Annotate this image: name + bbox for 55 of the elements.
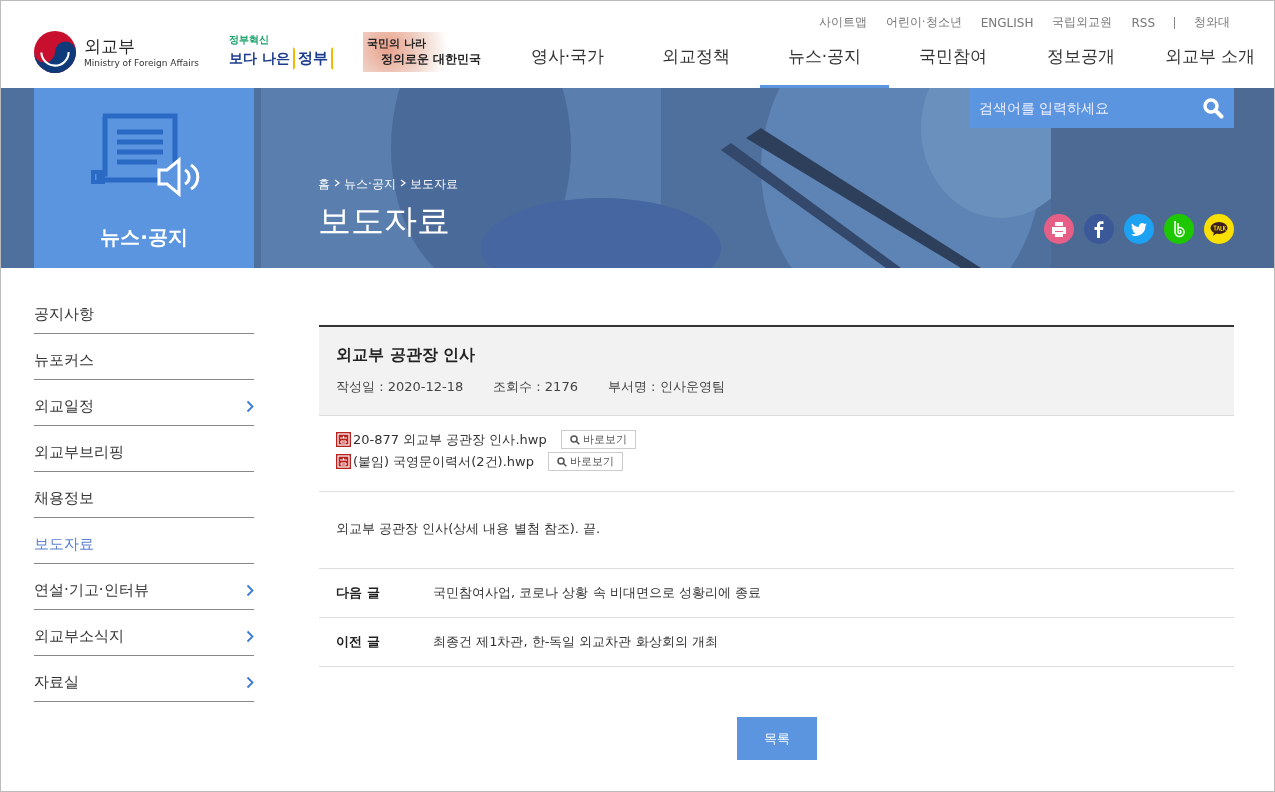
nav-tab[interactable]: 국민참여 — [888, 35, 1018, 88]
article-meta: 조회수 : 2176 — [493, 378, 578, 396]
article-body: 외교부 공관장 인사(상세 내용 별첨 참조). 끝. — [319, 492, 1234, 569]
breadcrumb-link[interactable]: 홈 — [318, 176, 330, 193]
nav-tab[interactable]: 외교부 소개 — [1145, 35, 1274, 88]
preview-button[interactable]: 바로보기 — [560, 430, 636, 449]
attachment-link[interactable]: 20-877 외교부 공관장 인사.hwp — [336, 430, 547, 449]
post-link[interactable]: 국민참여사업, 코로나 상황 속 비대면으로 성황리에 종료 — [433, 584, 761, 602]
nav-tab[interactable]: 외교정책 — [631, 35, 761, 88]
article-meta: 작성일 : 2020-12-18 — [336, 378, 464, 396]
preview-button[interactable]: 바로보기 — [547, 452, 623, 471]
article-meta: 부서명 : 인사운영팀 — [607, 378, 725, 396]
utility-link[interactable]: ENGLISH — [980, 15, 1034, 30]
logo-caption: 정부혁신 — [229, 33, 271, 47]
logo-title: 외교부 — [84, 35, 136, 58]
sidebar-item[interactable]: 자료실 — [34, 656, 254, 702]
page-title: 보도자료 — [318, 200, 451, 242]
chevron-icon — [334, 179, 340, 187]
utility-link[interactable]: 국립외교원 — [1052, 14, 1113, 31]
post-nav-label: 다음 글 — [336, 584, 381, 602]
search-icon — [556, 456, 567, 467]
printer-icon — [1050, 220, 1068, 238]
post-link[interactable]: 최종건 제1차관, 한-독일 외교차관 화상회의 개최 — [433, 633, 718, 651]
search-icon — [1202, 97, 1224, 119]
sidebar-item[interactable]: 채용정보 — [34, 472, 254, 518]
sidebar-item[interactable]: 뉴포커스 — [34, 334, 254, 380]
section-title: 뉴스·공지 — [100, 224, 188, 251]
utility-link[interactable]: 사이트맵 — [818, 14, 867, 31]
attachment-link[interactable]: (붙임) 국영문이력서(2건).hwp — [336, 452, 534, 471]
logo-badge: 정부 — [292, 47, 333, 70]
utility-link[interactable]: 어린이·청소년 — [885, 14, 962, 31]
utility-link[interactable]: RSS — [1131, 15, 1155, 30]
search-field[interactable]: 검색어를 입력하세요 — [969, 88, 1234, 128]
document-icon — [336, 432, 351, 447]
talk-bubble-icon — [1210, 220, 1228, 238]
nav-tab[interactable]: 정보공개 — [1017, 35, 1146, 88]
nav-tab[interactable]: 영사·국가 — [503, 35, 632, 88]
document-icon — [336, 454, 351, 469]
emblem-icon — [34, 30, 76, 73]
sidebar-item[interactable]: 외교부소식지 — [34, 610, 254, 656]
sidebar-item[interactable]: 보도자료 — [34, 518, 254, 564]
sidebar-item[interactable]: 공지사항 — [34, 288, 254, 334]
breadcrumb-link[interactable]: 보도자료 — [409, 176, 458, 193]
bird-icon — [1130, 220, 1148, 238]
logo-title: 보다 나은 — [229, 49, 290, 68]
sidebar-item[interactable]: 외교부브리핑 — [34, 426, 254, 472]
logo-subtitle: Ministry of Foreign Affairs — [84, 58, 200, 68]
sidebar-item[interactable]: 연설·기고·인터뷰 — [34, 564, 254, 610]
post-nav-label: 이전 글 — [336, 633, 381, 651]
breadcrumb-link[interactable]: 뉴스·공지 — [344, 176, 396, 193]
search-icon — [569, 434, 580, 445]
article-title: 외교부 공관장 인사 — [336, 345, 477, 366]
sidebar-item[interactable]: 외교일정 — [34, 380, 254, 426]
chevron-icon — [399, 179, 406, 187]
utility-link[interactable]: 청와대 — [1194, 14, 1230, 31]
